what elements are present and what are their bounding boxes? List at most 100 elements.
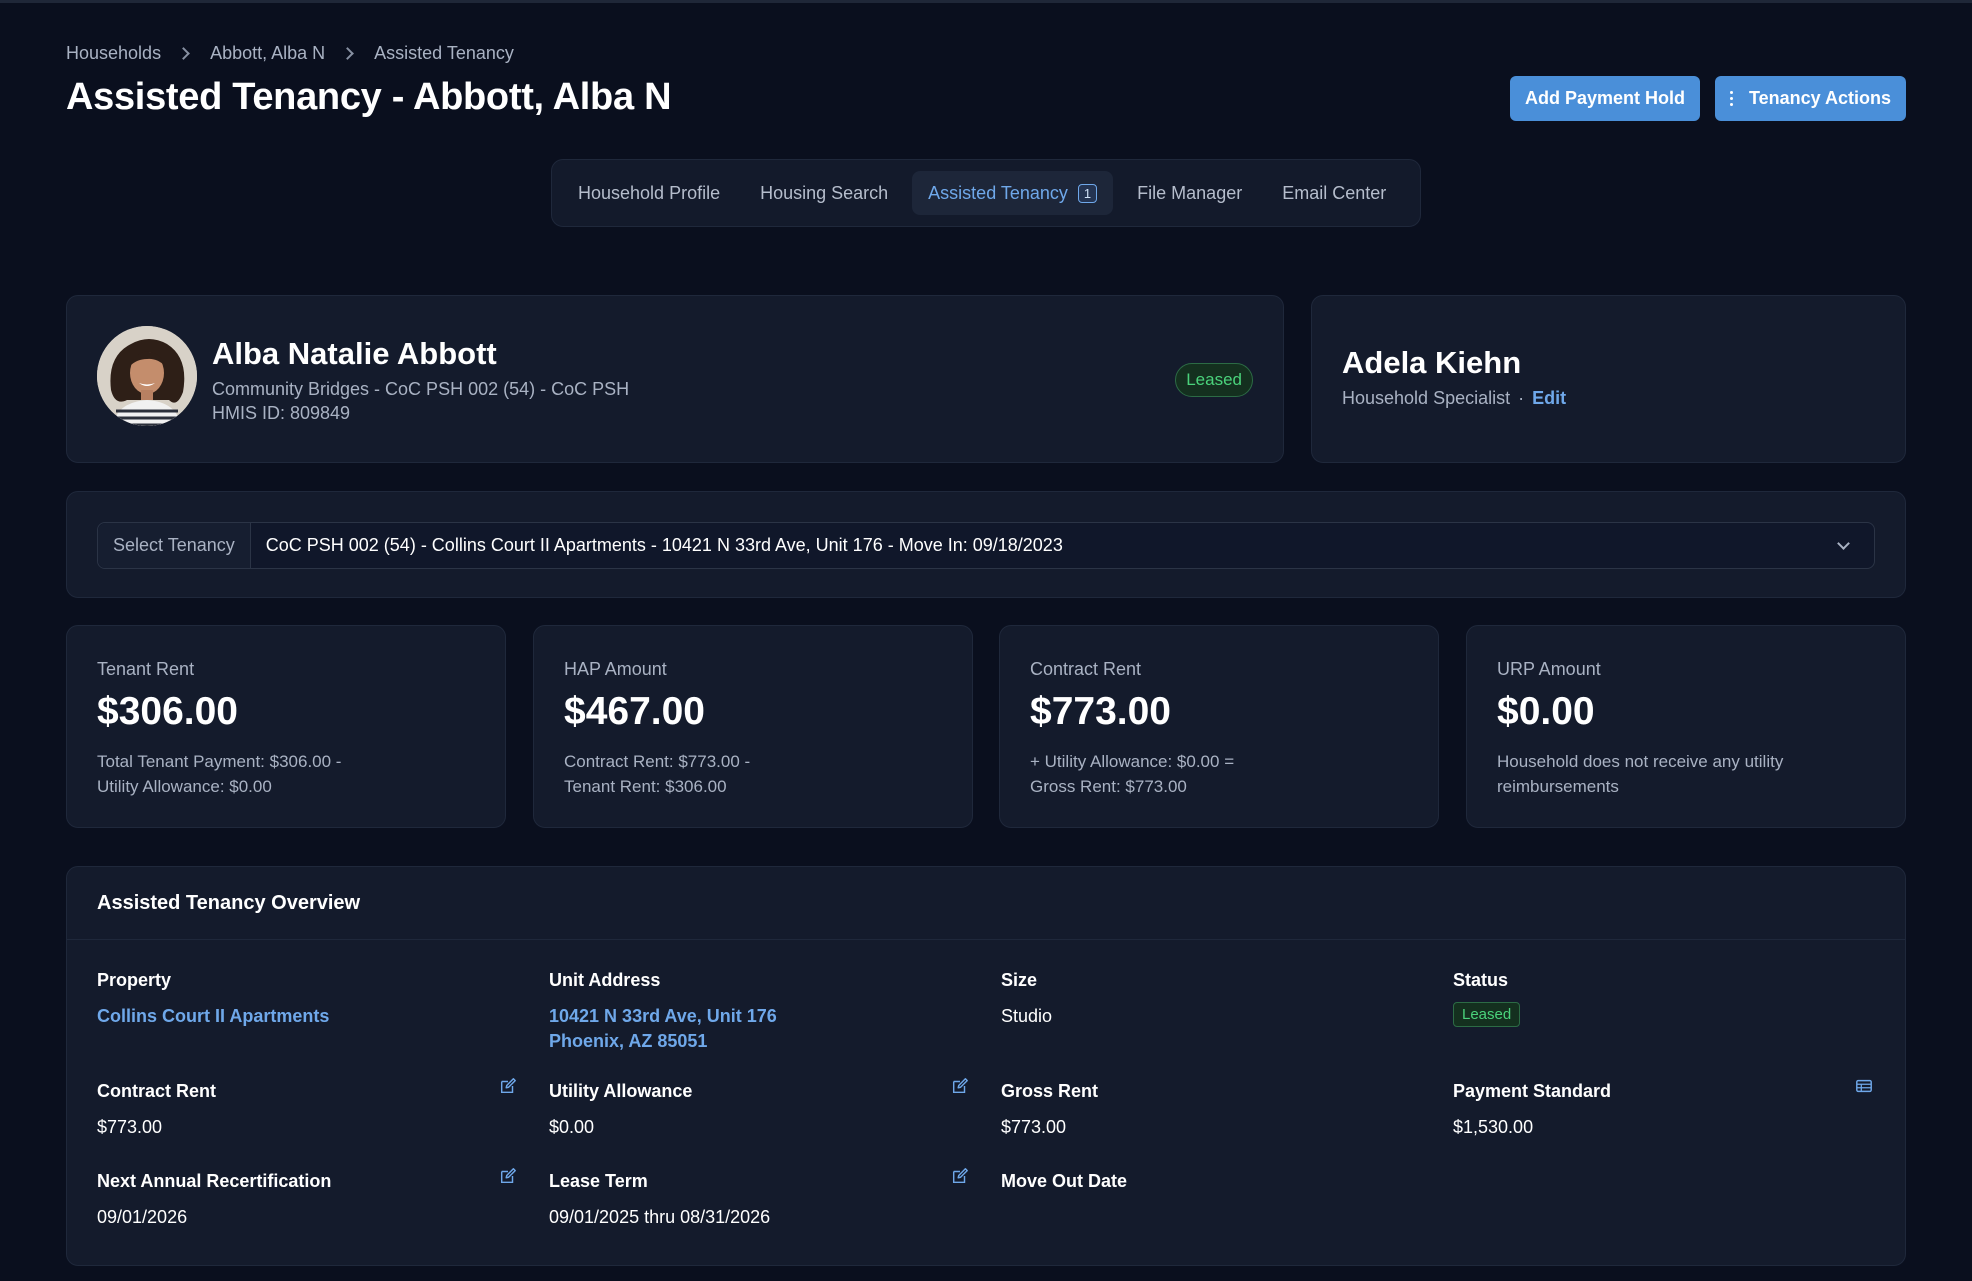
- overview-title: Assisted Tenancy Overview: [67, 867, 1905, 940]
- field-label: Property: [97, 970, 172, 990]
- edit-icon[interactable]: [951, 1167, 969, 1185]
- stat-note-line: reimbursements: [1497, 777, 1619, 796]
- add-payment-hold-label: Add Payment Hold: [1524, 88, 1685, 108]
- field-contract-rent: Contract Rent $773.00: [97, 1078, 517, 1140]
- field-value: $1,530.00: [1453, 1117, 1534, 1137]
- tab-label: Household Profile: [578, 182, 721, 203]
- field-label: Contract Rent: [97, 1081, 217, 1101]
- tenancy-select-card: Select Tenancy CoC PSH 002 (54) - Collin…: [66, 491, 1906, 598]
- specialist-role: Household Specialist: [1342, 388, 1511, 408]
- field-utility-allowance: Utility Allowance $0.00: [549, 1078, 969, 1140]
- stat-value: $0.00: [1497, 690, 1595, 733]
- separator-dot: ·: [1518, 388, 1525, 408]
- field-label: Move Out Date: [1001, 1171, 1128, 1191]
- top-border: [0, 0, 1972, 3]
- stat-label: Contract Rent: [1030, 659, 1142, 679]
- stat-note-line: Utility Allowance: $0.00: [97, 777, 272, 796]
- field-value: 09/01/2026: [97, 1207, 188, 1227]
- unit-address-line: 10421 N 33rd Ave, Unit 176: [549, 1006, 777, 1026]
- stat-note-line: Household does not receive any utility: [1497, 752, 1784, 771]
- tenancy-select[interactable]: Select Tenancy CoC PSH 002 (54) - Collin…: [97, 522, 1875, 569]
- field-label: Size: [1001, 970, 1038, 990]
- edit-icon[interactable]: [951, 1077, 969, 1095]
- stat-note-line: + Utility Allowance: $0.00 =: [1030, 752, 1235, 771]
- tab-assisted-tenancy[interactable]: Assisted Tenancy 1: [912, 171, 1114, 215]
- stat-note: Contract Rent: $773.00 - Tenant Rent: $30…: [564, 749, 904, 799]
- field-unit-address: Unit Address 10421 N 33rd Ave, Unit 176 …: [549, 970, 969, 1054]
- member-name: Alba Natalie Abbott: [212, 336, 497, 371]
- tenancy-actions-label: Tenancy Actions: [1748, 88, 1891, 108]
- tab-housing-search[interactable]: Housing Search: [744, 171, 904, 215]
- tab-label: File Manager: [1137, 182, 1243, 203]
- tenancy-overview-card: Assisted Tenancy Overview Property Colli…: [66, 866, 1906, 1266]
- tab-label: Housing Search: [760, 182, 889, 203]
- stat-label: URP Amount: [1497, 659, 1601, 679]
- edit-specialist-link[interactable]: Edit: [1532, 388, 1566, 409]
- field-label: Lease Term: [549, 1171, 648, 1191]
- tab-count-badge: 1: [1077, 183, 1098, 203]
- page-container: Households Abbott, Alba N Assisted Tenan…: [66, 40, 1906, 1266]
- field-label: Utility Allowance: [549, 1081, 693, 1101]
- field-value: 09/01/2025 thru 08/31/2026: [549, 1207, 771, 1227]
- field-label: Payment Standard: [1453, 1081, 1612, 1101]
- field-label: Gross Rent: [1001, 1081, 1099, 1101]
- field-value: $773.00: [97, 1117, 163, 1137]
- field-next-recertification: Next Annual Recertification 09/01/2026: [97, 1168, 517, 1230]
- avatar-image: [97, 326, 197, 426]
- stat-note: Total Tenant Payment: $306.00 - Utility A…: [97, 749, 437, 799]
- table-icon[interactable]: [1855, 1077, 1873, 1095]
- field-move-out-date: Move Out Date: [1001, 1171, 1421, 1192]
- breadcrumb-household[interactable]: Abbott, Alba N: [210, 43, 325, 64]
- specialist-role-row: Household Specialist · Edit: [1342, 388, 1566, 409]
- edit-icon[interactable]: [499, 1167, 517, 1185]
- field-gross-rent: Gross Rent $773.00: [1001, 1081, 1421, 1140]
- stat-card-contract-rent: Contract Rent $773.00 + Utility Allowanc…: [999, 625, 1439, 828]
- stat-label: HAP Amount: [564, 659, 667, 679]
- edit-icon[interactable]: [499, 1077, 517, 1095]
- tab-label: Email Center: [1282, 182, 1387, 203]
- stat-note-line: Total Tenant Payment: $306.00 -: [97, 752, 342, 771]
- stat-value: $773.00: [1030, 690, 1171, 733]
- field-property: Property Collins Court II Apartments: [97, 970, 517, 1029]
- tenancy-actions-button[interactable]: Tenancy Actions: [1714, 76, 1906, 121]
- tenancy-select-label: Select Tenancy: [98, 523, 251, 568]
- field-value: $0.00: [549, 1117, 595, 1137]
- member-hmis-id: HMIS ID: 809849: [212, 403, 351, 423]
- field-size: Size Studio: [1001, 970, 1421, 1029]
- stat-value: $306.00: [97, 690, 238, 733]
- more-vertical-icon: [1729, 91, 1733, 106]
- property-link[interactable]: Collins Court II Apartments: [97, 1004, 517, 1029]
- stat-note-line: Tenant Rent: $306.00: [564, 777, 727, 796]
- chevron-right-icon: [177, 46, 190, 60]
- field-label: Unit Address: [549, 970, 661, 990]
- member-program: Community Bridges - CoC PSH 002 (54) - C…: [212, 379, 630, 399]
- tenancy-select-value: CoC PSH 002 (54) - Collins Court II Apar…: [265, 535, 1063, 555]
- stat-card-hap-amount: HAP Amount $467.00 Contract Rent: $773.0…: [533, 625, 973, 828]
- field-status: Status Leased: [1453, 970, 1873, 1027]
- tab-email-center[interactable]: Email Center: [1266, 171, 1402, 215]
- tab-bar: Household Profile Housing Search Assiste…: [551, 159, 1421, 227]
- add-payment-hold-button[interactable]: Add Payment Hold: [1509, 76, 1700, 121]
- field-payment-standard: Payment Standard $1,530.00: [1453, 1079, 1873, 1140]
- unit-address-link[interactable]: 10421 N 33rd Ave, Unit 176 Phoenix, AZ 8…: [549, 1004, 969, 1054]
- status-badge: Leased: [1175, 363, 1253, 397]
- page-actions: Add Payment Hold Tenancy Actions: [1509, 76, 1906, 121]
- stat-note-line: Gross Rent: $773.00: [1030, 777, 1187, 796]
- field-value: $773.00: [1001, 1117, 1067, 1137]
- breadcrumb-current: Assisted Tenancy: [374, 42, 514, 63]
- tab-household-profile[interactable]: Household Profile: [562, 171, 736, 215]
- tab-label: Assisted Tenancy: [928, 182, 1068, 203]
- status-badge: Leased: [1453, 1002, 1521, 1027]
- stat-card-urp-amount: URP Amount $0.00 Household does not rece…: [1466, 625, 1906, 828]
- field-label: Status: [1453, 970, 1509, 990]
- specialist-card: Adela Kiehn Household Specialist · Edit: [1311, 295, 1906, 463]
- field-value: Studio: [1001, 1006, 1053, 1026]
- stat-label: Tenant Rent: [97, 659, 195, 679]
- stat-value: $467.00: [564, 690, 705, 733]
- field-label: Next Annual Recertification: [97, 1171, 332, 1191]
- tab-file-manager[interactable]: File Manager: [1121, 171, 1258, 215]
- unit-address-line: Phoenix, AZ 85051: [549, 1031, 708, 1051]
- breadcrumb-households[interactable]: Households: [66, 43, 161, 64]
- stat-note-line: Contract Rent: $773.00 -: [564, 752, 751, 771]
- stat-note: + Utility Allowance: $0.00 = Gross Rent: …: [1030, 749, 1370, 799]
